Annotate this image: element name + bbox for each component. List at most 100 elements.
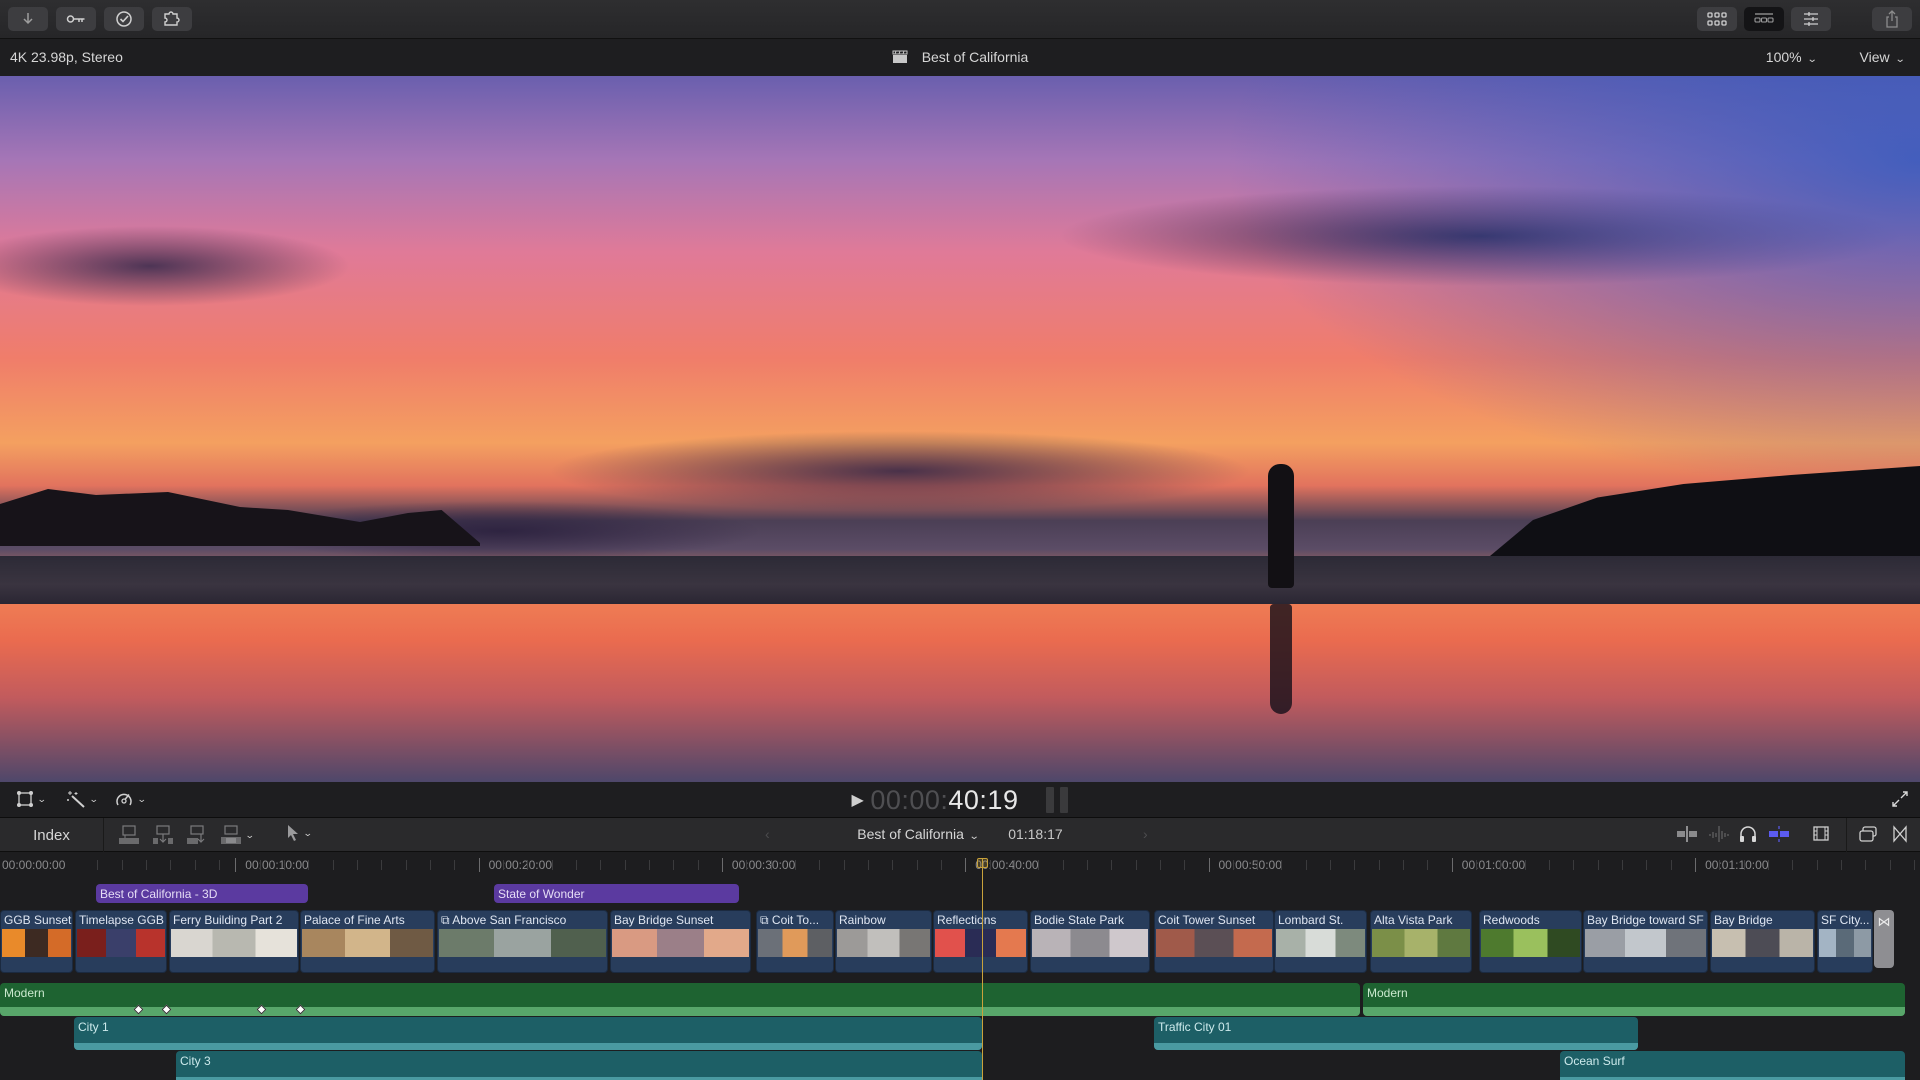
toolbar-divider — [1846, 818, 1847, 852]
video-clip[interactable]: Alta Vista Park — [1370, 910, 1472, 973]
ruler-minor-tick — [1257, 860, 1259, 870]
sound-effect-clip[interactable]: Ocean Surf — [1560, 1051, 1905, 1080]
extensions-button[interactable] — [152, 7, 192, 31]
clip-filmstrip — [1819, 929, 1871, 957]
video-clip[interactable]: Bay Bridge Sunset — [610, 910, 751, 973]
view-menu[interactable]: View ⌄ — [1859, 49, 1906, 65]
clip-filmstrip — [1372, 929, 1470, 957]
clip-appearance-button[interactable] — [1812, 825, 1830, 848]
history-back-icon[interactable]: ‹ — [765, 826, 770, 842]
video-clip[interactable]: Ferry Building Part 2 — [169, 910, 299, 973]
ruler-minor-tick — [600, 860, 602, 870]
video-clip[interactable]: ⧉ Above San Francisco — [437, 910, 608, 973]
video-clip[interactable]: Rainbow — [835, 910, 932, 973]
video-clip[interactable]: Coit Tower Sunset — [1154, 910, 1274, 973]
video-clip[interactable]: GGB Sunset — [0, 910, 73, 973]
zoom-dropdown[interactable]: 100% ⌄ — [1765, 49, 1818, 65]
ruler-minor-tick — [1111, 860, 1113, 870]
import-button[interactable] — [8, 7, 48, 31]
timeline-end-handle[interactable]: ⋈ — [1874, 910, 1894, 968]
ruler-label: 00:00:00:00 — [2, 858, 66, 872]
ruler-label: 00:00:20:00 — [488, 858, 552, 872]
ruler-minor-tick — [1135, 860, 1137, 870]
ruler-minor-tick — [819, 860, 821, 870]
background-tasks-button[interactable] — [104, 7, 144, 31]
transitions-browser-button[interactable] — [1892, 825, 1908, 848]
audio-waveform — [0, 1007, 1360, 1016]
ruler-minor-tick — [575, 860, 577, 870]
ruler-minor-tick — [1792, 860, 1794, 870]
video-clip[interactable]: ⧉ Coit To... — [756, 910, 834, 973]
playhead-handle[interactable] — [977, 858, 988, 868]
sound-effect-clip[interactable]: Traffic City 01 — [1154, 1017, 1638, 1050]
ruler-minor-tick — [892, 860, 894, 870]
audio-skimming-button[interactable] — [1708, 825, 1730, 848]
share-button[interactable] — [1872, 7, 1912, 31]
video-viewer[interactable] — [0, 76, 1920, 782]
inspector-toggle-button[interactable] — [1791, 7, 1831, 31]
clip-label: City 3 — [180, 1054, 211, 1068]
skimming-icon — [1677, 826, 1697, 842]
clip-filmstrip — [1712, 929, 1813, 957]
ruler-major-tick — [965, 858, 967, 872]
clip-filmstrip — [2, 929, 71, 957]
timeline-ruler[interactable]: 00:00:00:00 00:00:10:00 00:00:20:00 00:00:3… — [0, 852, 1920, 878]
video-clip[interactable]: Lombard St. — [1274, 910, 1367, 973]
effects-browser-button[interactable] — [1858, 825, 1878, 848]
ruler-minor-tick — [1816, 860, 1818, 870]
ruler-minor-tick — [1500, 860, 1502, 870]
ruler-minor-tick — [1281, 860, 1283, 870]
project-name-dropdown[interactable]: Best of California ⌄ — [857, 826, 979, 842]
sound-effect-clip[interactable]: City 1 — [74, 1017, 982, 1050]
clip-filmstrip — [302, 929, 433, 957]
music-clip[interactable]: Modern — [0, 983, 1360, 1016]
ruler-minor-tick — [1719, 860, 1721, 870]
clip-filmstrip — [1276, 929, 1365, 957]
fullscreen-button[interactable] — [1892, 791, 1908, 812]
browser-toggle-button[interactable] — [1697, 7, 1737, 31]
snapping-button[interactable] — [1768, 825, 1790, 848]
view-menu-label: View — [1859, 49, 1890, 65]
ruler-minor-tick — [1184, 860, 1186, 870]
title-clip[interactable]: Best of California - 3D — [96, 884, 308, 903]
ruler-minor-tick — [1013, 860, 1015, 870]
ruler-minor-tick — [259, 860, 261, 870]
clapperboard-icon — [892, 50, 908, 67]
video-clip[interactable]: Bay Bridge toward SF — [1583, 910, 1708, 973]
video-clip[interactable]: Palace of Fine Arts — [300, 910, 435, 973]
skimming-button[interactable] — [1676, 825, 1698, 848]
timeline-project-bar: ‹ Best of California ⌄ 01:18:17 › — [0, 826, 1920, 842]
music-clip[interactable]: Modern — [1363, 983, 1905, 1016]
video-clip[interactable]: Redwoods — [1479, 910, 1582, 973]
sound-effect-clip[interactable]: City 3 — [176, 1051, 982, 1080]
timecode-display[interactable]: ▶ 00:00:40:19 — [0, 785, 1920, 816]
zoom-value: 100% — [1765, 49, 1802, 65]
ruler-minor-tick — [1305, 860, 1307, 870]
video-clip[interactable]: Timelapse GGB — [75, 910, 167, 973]
chevron-down-icon: ⌄ — [1806, 54, 1818, 65]
ruler-major-tick — [478, 858, 480, 872]
ruler-minor-tick — [1646, 860, 1648, 870]
video-clip[interactable]: Bodie State Park — [1030, 910, 1150, 973]
solo-button[interactable] — [1738, 825, 1758, 848]
video-clip[interactable]: Bay Bridge — [1710, 910, 1815, 973]
history-forward-icon[interactable]: › — [1143, 826, 1148, 842]
ruler-minor-tick — [145, 860, 147, 870]
ruler-minor-tick — [1354, 860, 1356, 870]
playhead[interactable] — [982, 858, 983, 1080]
ruler-minor-tick — [405, 860, 407, 870]
ruler-minor-tick — [916, 860, 918, 870]
ruler-minor-tick — [1889, 860, 1891, 870]
clip-label: Reflections — [937, 913, 997, 927]
video-clip[interactable]: Reflections — [933, 910, 1028, 973]
keywords-button[interactable] — [56, 7, 96, 31]
ruler-major-tick — [1451, 858, 1453, 872]
clip-label: Coit Tower Sunset — [1158, 913, 1256, 927]
ruler-minor-tick — [1476, 860, 1478, 870]
title-clip[interactable]: State of Wonder — [494, 884, 739, 903]
timeline-toggle-button[interactable] — [1744, 7, 1784, 31]
video-clip[interactable]: SF City... — [1817, 910, 1873, 973]
timeline-tracks[interactable]: Best of California - 3D State of Wonder GG… — [0, 878, 1920, 1080]
shoreline — [0, 556, 1920, 604]
play-icon[interactable]: ▶ — [852, 792, 865, 809]
